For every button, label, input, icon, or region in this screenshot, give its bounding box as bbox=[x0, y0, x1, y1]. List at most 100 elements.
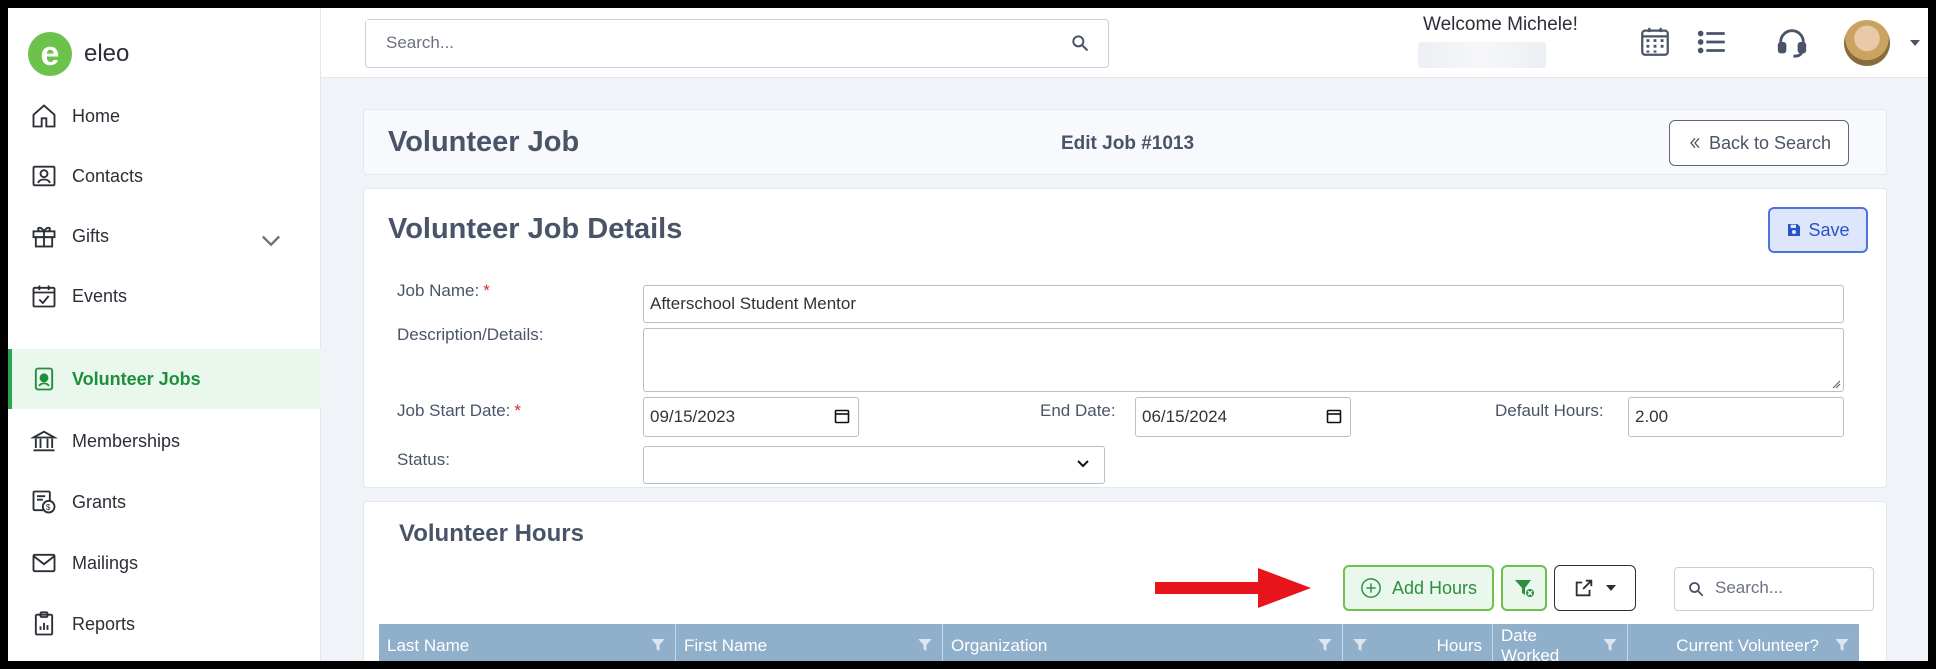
column-label: Last Name bbox=[387, 636, 470, 655]
details-title: Volunteer Job Details bbox=[388, 213, 683, 245]
chevron-down-icon[interactable] bbox=[257, 226, 285, 254]
column-header-organization[interactable]: Organization bbox=[943, 624, 1343, 661]
volunteer-hours-title: Volunteer Hours bbox=[399, 520, 584, 547]
sidebar-item-gifts[interactable]: Gifts bbox=[8, 206, 321, 266]
sidebar-item-label: Reports bbox=[72, 613, 136, 634]
volunteer-badge-icon bbox=[34, 367, 54, 391]
double-chevron-left-icon bbox=[1690, 137, 1700, 149]
sidebar-item-grants[interactable]: $ Grants bbox=[8, 472, 321, 532]
back-to-search-button[interactable]: Back to Search bbox=[1669, 120, 1849, 166]
end-date-input[interactable]: 06/15/2024 bbox=[1135, 397, 1351, 437]
start-date-label: Job Start Date: * bbox=[397, 401, 522, 420]
save-label: Save bbox=[1808, 219, 1850, 240]
filter-clear-icon bbox=[1515, 580, 1535, 598]
clear-filter-button[interactable] bbox=[1501, 565, 1547, 611]
search-icon bbox=[1689, 582, 1704, 597]
back-to-search-label: Back to Search bbox=[1708, 132, 1832, 153]
description-label: Description/Details: bbox=[397, 325, 544, 344]
floppy-disk-icon bbox=[1788, 224, 1801, 236]
sidebar-item-reports[interactable]: Reports bbox=[8, 594, 321, 654]
sidebar-item-label: Events bbox=[72, 285, 128, 306]
save-button[interactable]: Save bbox=[1768, 207, 1868, 253]
filter-icon[interactable] bbox=[1833, 636, 1851, 654]
caret-down-icon[interactable] bbox=[1909, 38, 1921, 48]
headset-icon[interactable] bbox=[1775, 25, 1809, 59]
sidebar: e eleo Home Contacts Gifts Events Volunt… bbox=[8, 8, 321, 661]
status-label: Status: bbox=[397, 450, 450, 469]
welcome-message: Welcome Michele! bbox=[1423, 14, 1578, 35]
filter-icon[interactable] bbox=[1601, 636, 1619, 654]
volunteer-hours-panel: Volunteer Hours Add Hours Last Name Firs… bbox=[363, 501, 1887, 661]
end-date-label: End Date: bbox=[1040, 401, 1116, 420]
sidebar-item-label: Mailings bbox=[72, 552, 139, 573]
sidebar-item-events[interactable]: Events bbox=[8, 266, 321, 326]
sidebar-item-memberships[interactable]: Memberships bbox=[8, 411, 321, 471]
calendar-check-icon bbox=[32, 285, 56, 308]
sidebar-item-home[interactable]: Home bbox=[8, 86, 321, 146]
page-title-bar: Volunteer Job Edit Job #1013 Back to Sea… bbox=[363, 109, 1887, 175]
sidebar-item-label: Volunteer Jobs bbox=[72, 368, 201, 389]
grid-search bbox=[1674, 567, 1874, 611]
sidebar-item-label: Grants bbox=[72, 491, 127, 512]
calendar-grid-icon[interactable] bbox=[1638, 25, 1672, 59]
export-button[interactable] bbox=[1554, 565, 1636, 611]
redacted-text bbox=[1418, 42, 1546, 68]
column-header-current-volunteer[interactable]: Current Volunteer? bbox=[1628, 624, 1859, 661]
sidebar-item-contacts[interactable]: Contacts bbox=[8, 146, 321, 206]
column-label: Current Volunteer? bbox=[1676, 636, 1819, 655]
caret-down-icon bbox=[1606, 585, 1616, 591]
add-hours-label: Add Hours bbox=[1391, 577, 1478, 598]
column-label: Date Worked bbox=[1501, 626, 1560, 661]
search-icon[interactable] bbox=[1070, 33, 1090, 53]
app-logo[interactable]: e eleo bbox=[28, 32, 129, 76]
calendar-icon[interactable] bbox=[1326, 408, 1342, 424]
sidebar-item-label: Gifts bbox=[72, 225, 110, 246]
contacts-icon bbox=[32, 165, 56, 187]
column-header-first-name[interactable]: First Name bbox=[676, 624, 943, 661]
filter-icon[interactable] bbox=[649, 636, 667, 654]
grid-search-input[interactable] bbox=[1715, 568, 1865, 608]
resize-grip-icon[interactable] bbox=[1831, 379, 1841, 389]
bank-icon bbox=[30, 430, 58, 452]
calendar-icon[interactable] bbox=[834, 408, 850, 424]
description-textarea[interactable] bbox=[643, 328, 1844, 392]
default-hours-input[interactable]: 2.00 bbox=[1628, 397, 1844, 437]
filter-icon[interactable] bbox=[916, 636, 934, 654]
add-hours-button[interactable]: Add Hours bbox=[1343, 565, 1494, 611]
column-header-hours[interactable]: Hours bbox=[1343, 624, 1493, 661]
column-label: First Name bbox=[684, 636, 768, 655]
home-icon bbox=[32, 104, 56, 128]
column-header-date-worked[interactable]: Date Worked bbox=[1493, 624, 1628, 661]
chevron-down-icon bbox=[1077, 460, 1089, 468]
envelope-icon bbox=[32, 553, 56, 573]
sidebar-item-label: Memberships bbox=[72, 430, 181, 451]
global-search bbox=[365, 19, 1109, 68]
plus-circle-icon bbox=[1361, 578, 1381, 598]
export-icon bbox=[1575, 579, 1593, 597]
hours-grid-header: Last Name First Name Organization Hours … bbox=[379, 624, 1859, 661]
job-name-label: Job Name: * bbox=[397, 281, 490, 300]
top-header: Welcome Michele! bbox=[321, 8, 1928, 78]
column-label: Hours bbox=[1436, 636, 1482, 655]
global-search-input[interactable] bbox=[366, 20, 1026, 65]
column-header-last-name[interactable]: Last Name bbox=[379, 624, 676, 661]
filter-icon[interactable] bbox=[1351, 636, 1369, 654]
sidebar-item-mailings[interactable]: Mailings bbox=[8, 533, 321, 593]
column-label: Organization bbox=[951, 636, 1048, 655]
filter-icon[interactable] bbox=[1316, 636, 1334, 654]
job-details-panel: Volunteer Job Details Save Job Name: * Af… bbox=[363, 188, 1887, 488]
eleo-logo-icon: e bbox=[28, 32, 72, 76]
status-select[interactable] bbox=[643, 446, 1105, 484]
grant-money-icon: $ bbox=[32, 490, 56, 514]
sidebar-item-label: Home bbox=[72, 105, 121, 126]
gift-icon bbox=[32, 226, 56, 248]
app-name: eleo bbox=[84, 40, 130, 67]
start-date-input[interactable]: 09/15/2023 bbox=[643, 397, 859, 437]
job-name-input[interactable]: Afterschool Student Mentor bbox=[643, 285, 1844, 323]
clipboard-chart-icon bbox=[34, 611, 54, 636]
sidebar-item-volunteer-jobs[interactable]: Volunteer Jobs bbox=[8, 349, 321, 409]
svg-text:$: $ bbox=[46, 503, 51, 512]
avatar[interactable] bbox=[1844, 20, 1890, 66]
sidebar-item-label: Contacts bbox=[72, 165, 144, 186]
list-icon[interactable] bbox=[1695, 25, 1729, 59]
